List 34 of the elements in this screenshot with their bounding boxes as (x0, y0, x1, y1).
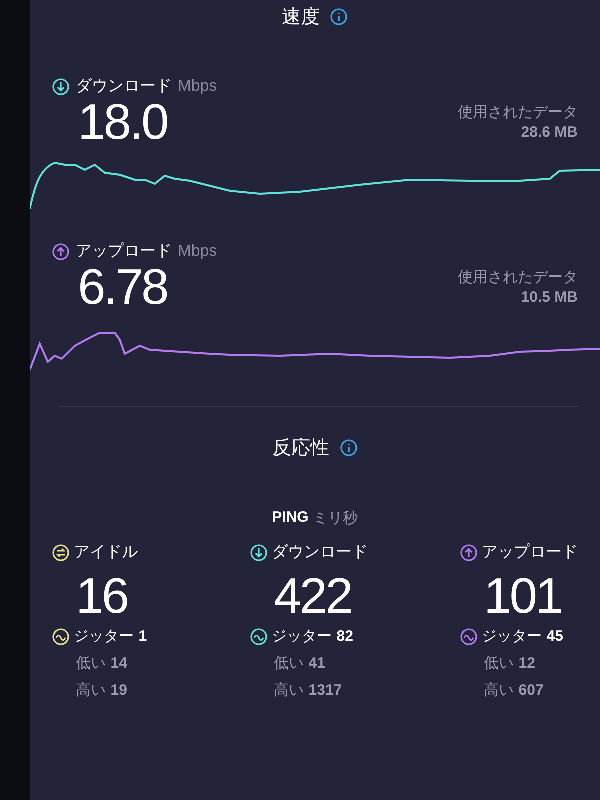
low-value: 低い 12 (483, 654, 536, 673)
ping-label: アイドル (74, 542, 138, 563)
data-used-label: 使用されたデータ (458, 268, 578, 287)
jitter-text: ジッター 45 (482, 627, 564, 646)
ping-value: 101 (483, 571, 562, 621)
info-icon[interactable] (340, 439, 358, 457)
data-used-amount: 10.5 MB (521, 289, 578, 306)
ping-unit: ミリ秒 (312, 509, 358, 528)
info-icon[interactable] (330, 8, 348, 26)
high-value: 高い 607 (483, 681, 545, 700)
data-used-amount: 28.6 MB (521, 124, 578, 141)
jitter-text: ジッター 82 (272, 627, 354, 646)
unit-label: Mbps (178, 78, 218, 96)
ping-value: 422 (273, 571, 352, 621)
jitter-icon (52, 628, 70, 646)
ping-label: ダウンロード (272, 542, 368, 563)
section-title: 反応性 (272, 436, 330, 461)
high-value: 高い 1317 (273, 681, 344, 700)
test-label: ダウンロード (76, 76, 172, 97)
unit-label: Mbps (178, 242, 218, 260)
jitter-text: ジッター 1 (74, 627, 148, 646)
section-title: 速度 (282, 5, 320, 30)
ping-value: 16 (75, 571, 129, 621)
ping-label: PING (272, 509, 309, 528)
ping-label: アップロード (482, 542, 578, 563)
low-value: 低い 41 (273, 654, 326, 673)
test-label: アップロード (76, 241, 172, 262)
jitter-icon (250, 628, 268, 646)
data-used-label: 使用されたデータ (458, 103, 578, 122)
jitter-icon (460, 628, 478, 646)
speed-value: 6.78 (78, 262, 168, 312)
speed-value: 18.0 (78, 97, 168, 147)
low-value: 低い 14 (75, 654, 128, 673)
high-value: 高い 19 (75, 681, 128, 700)
